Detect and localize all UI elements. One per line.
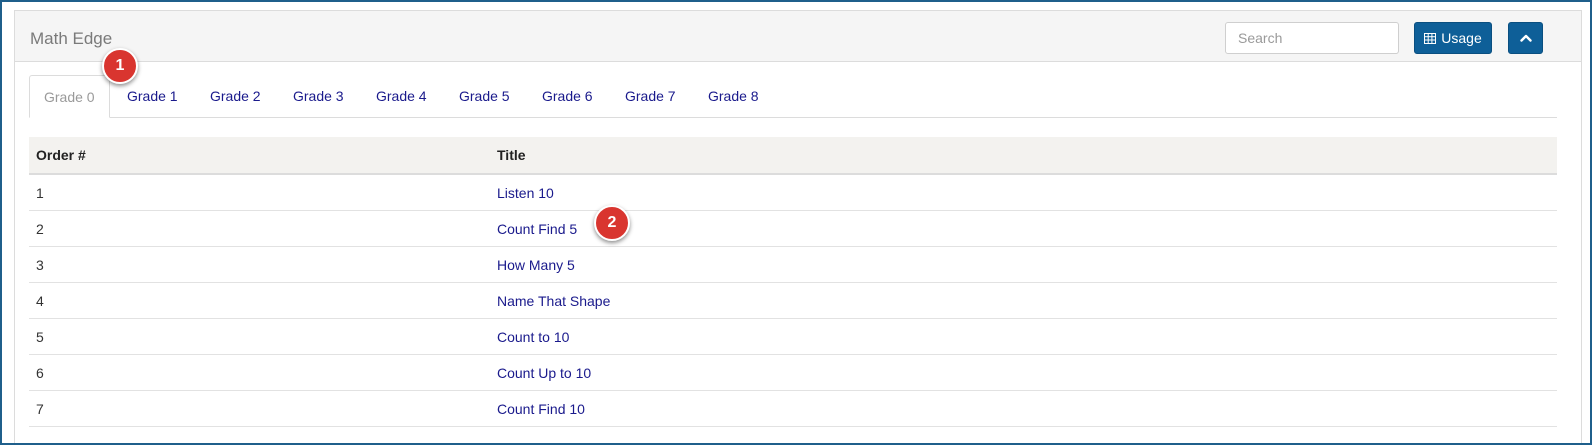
search-input[interactable] [1225,22,1399,54]
table-row: 3 How Many 5 [29,246,1557,283]
order-cell: 7 [29,390,490,427]
table-row: 6 Count Up to 10 [29,354,1557,391]
activity-link[interactable]: Count Find 5 [497,221,577,237]
tab-grade-1[interactable]: Grade 1 [127,75,178,117]
panel-header: Math Edge Usage [15,11,1581,62]
column-header-title[interactable]: Title [490,137,1557,175]
table-row: 2 Count Find 5 [29,210,1557,247]
usage-button-label: Usage [1441,30,1482,46]
activity-link[interactable]: Count Up to 10 [497,365,591,381]
annotation-badge-2: 2 [594,205,630,241]
title-cell: Name That Shape [490,282,1557,319]
title-cell: Count Find 10 [490,390,1557,427]
tab-grade-7[interactable]: Grade 7 [625,75,676,117]
tab-grade-5[interactable]: Grade 5 [459,75,510,117]
order-cell: 4 [29,282,490,319]
table-icon [1424,32,1437,44]
tab-grade-0[interactable]: Grade 0 [29,75,110,118]
order-cell: 6 [29,354,490,391]
column-header-order[interactable]: Order # [29,137,490,175]
title-cell: Count to 10 [490,318,1557,355]
panel-title: Math Edge [30,29,113,48]
activities-table: Order # Title 1 Listen 10 2 Count Find 5… [29,137,1557,427]
activity-link[interactable]: Count Find 10 [497,401,585,417]
math-edge-panel: Math Edge Usage Grade 0 Grade 1 [14,10,1582,443]
order-cell: 2 [29,210,490,247]
grade-tabs: Grade 0 Grade 1 Grade 2 Grade 3 Grade 4 … [29,75,1557,118]
title-cell: Count Up to 10 [490,354,1557,391]
tab-grade-8[interactable]: Grade 8 [708,75,759,117]
activity-link[interactable]: Count to 10 [497,329,569,345]
activity-link[interactable]: How Many 5 [497,257,575,273]
annotation-badge-1: 1 [102,48,138,84]
tab-grade-6[interactable]: Grade 6 [542,75,593,117]
table-row: 4 Name That Shape [29,282,1557,319]
table-row: 7 Count Find 10 [29,390,1557,427]
tab-grade-3[interactable]: Grade 3 [293,75,344,117]
title-cell: Count Find 5 [490,210,1557,247]
table-row: 1 Listen 10 [29,174,1557,211]
title-cell: Listen 10 [490,174,1557,211]
activity-link[interactable]: Name That Shape [497,293,610,309]
table-header-row: Order # Title [29,137,1557,175]
chevron-up-icon [1519,34,1532,42]
activity-link[interactable]: Listen 10 [497,185,554,201]
tab-grade-4[interactable]: Grade 4 [376,75,427,117]
order-cell: 1 [29,174,490,211]
order-cell: 5 [29,318,490,355]
table-row: 5 Count to 10 [29,318,1557,355]
collapse-button[interactable] [1508,22,1543,54]
order-cell: 3 [29,246,490,283]
title-cell: How Many 5 [490,246,1557,283]
usage-button[interactable]: Usage [1414,22,1492,54]
app-frame: Math Edge Usage Grade 0 Grade 1 [0,0,1592,445]
tab-grade-2[interactable]: Grade 2 [210,75,261,117]
